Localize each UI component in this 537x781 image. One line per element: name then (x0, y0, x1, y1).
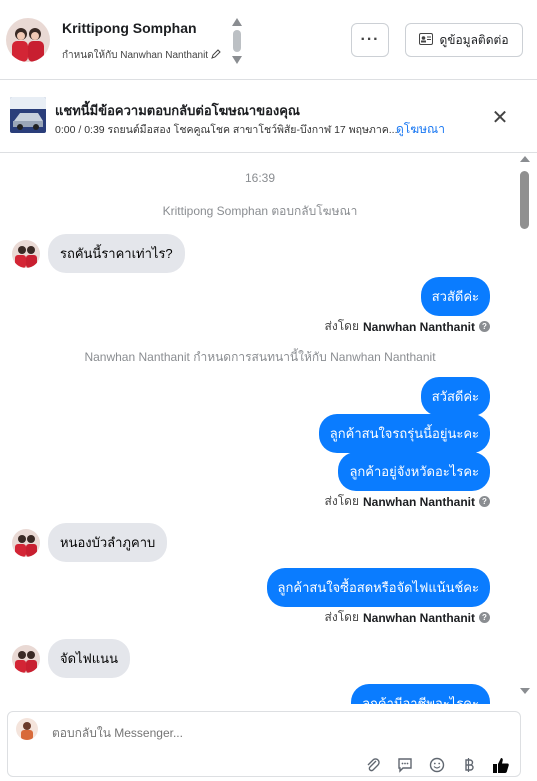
sent-by-name: Nanwhan Nanthanit (362, 610, 475, 625)
outgoing-message-bubble-partial[interactable]: ลูกค้ามีอาชีพอะไรคะ (351, 684, 490, 704)
info-icon[interactable]: ? (479, 612, 490, 623)
close-icon[interactable]: ✕ (488, 105, 512, 129)
info-icon[interactable]: ? (479, 496, 490, 507)
thumbs-up-icon[interactable] (492, 756, 510, 774)
scroll-up-icon[interactable] (520, 156, 530, 162)
contact-avatar-small[interactable] (12, 644, 40, 673)
emoji-icon[interactable] (428, 756, 446, 774)
incoming-message-row: หนองบัวลำภูคาบ (12, 523, 168, 562)
more-options-button[interactable]: ··· (351, 23, 389, 57)
view-contact-button[interactable]: ดูข้อมูลติดต่อ (405, 23, 523, 57)
reply-input[interactable] (52, 726, 352, 740)
sent-by-label: ส่งโดย Nanwhan Nanthanit ? (325, 317, 490, 336)
contact-card-icon (419, 32, 434, 48)
outgoing-message-bubble[interactable]: สวัสดีค่ะ (420, 377, 490, 416)
sent-by-name: Nanwhan Nanthanit (362, 494, 475, 509)
paperclip-icon[interactable] (364, 756, 382, 774)
view-contact-label: ดูข้อมูลติดต่อ (439, 32, 509, 47)
sent-by-name: Nanwhan Nanthanit (362, 319, 475, 334)
outgoing-message-bubble[interactable]: ลูกค้าสนใจรถรุ่นนี้อยู่นะคะ (318, 414, 490, 453)
ad-thumbnail[interactable] (10, 97, 46, 133)
outgoing-message-bubble[interactable]: สวสัดีค่ะ (420, 277, 490, 316)
contact-avatar-small[interactable] (12, 239, 40, 268)
thread-scrollbar[interactable] (517, 154, 532, 704)
composer-toolbar (364, 756, 510, 774)
ad-reply-banner: แชทนี้มีข้อความตอบกลับต่อโฆษณาของคุณ 0:0… (0, 81, 537, 153)
sent-by-prefix: ส่งโดย (324, 610, 359, 624)
info-icon[interactable]: ? (479, 321, 490, 332)
outgoing-message-bubble[interactable]: ลูกค้าอยู่จังหวัดอะไรคะ (338, 452, 490, 491)
reply-composer (7, 711, 521, 777)
sorter-handle (233, 30, 241, 52)
contact-name[interactable]: Krittipong Somphan (62, 20, 197, 36)
incoming-message-bubble[interactable]: จัดไฟแนน (48, 639, 130, 678)
scroll-down-icon[interactable] (520, 688, 530, 694)
contact-avatar-small[interactable] (12, 528, 40, 557)
assigned-text: กำหนดให้กับ Nanwhan Nanthanit (62, 50, 209, 61)
incoming-message-row: รถคันนี้ราคาเท่าไร? (12, 234, 185, 273)
assigned-to[interactable]: กำหนดให้กับ Nanwhan Nanthanit (62, 48, 221, 63)
ad-banner-title: แชทนี้มีข้อความตอบกลับต่อโฆษณาของคุณ (55, 103, 300, 118)
system-message-assign: Nanwhan Nanthanit กำหนดการสนทนานี้ให้กับ… (84, 350, 436, 364)
view-ad-link[interactable]: ดูโฆษณา (396, 120, 445, 139)
incoming-message-bubble[interactable]: หนองบัวลำภูคาบ (48, 523, 168, 562)
conversation-header: Krittipong Somphan กำหนดให้กับ Nanwhan N… (0, 0, 537, 80)
sort-arrows-icon[interactable] (231, 18, 243, 64)
ad-banner-meta: 0:00 / 0:39 รถยนต์มือสอง โชคคูณโชค สาขาโ… (55, 124, 398, 136)
system-message-ad-reply: Krittipong Somphan ตอบกลับโฆษณา (162, 204, 358, 218)
sent-by-prefix: ส่งโดย (324, 319, 359, 333)
incoming-message-row: จัดไฟแนน (12, 639, 130, 678)
message-thread: 16:39 Krittipong Somphan ตอบกลับโฆษณา รถ… (0, 154, 537, 704)
scroll-thumb[interactable] (520, 171, 529, 229)
message-timestamp: 16:39 (244, 171, 276, 185)
incoming-message-bubble[interactable]: รถคันนี้ราคาเท่าไร? (48, 234, 185, 273)
sent-by-prefix: ส่งโดย (324, 494, 359, 508)
contact-avatar[interactable] (6, 18, 50, 62)
saved-reply-icon[interactable] (396, 756, 414, 774)
pencil-icon[interactable] (211, 49, 221, 62)
page-avatar (16, 718, 38, 740)
sent-by-label: ส่งโดย Nanwhan Nanthanit ? (325, 492, 490, 511)
sent-by-label: ส่งโดย Nanwhan Nanthanit ? (325, 608, 490, 627)
outgoing-message-bubble[interactable]: ลูกค้าสนใจซื้อสดหรือจัดไฟแน้นช์คะ (266, 568, 490, 607)
baht-payment-icon[interactable] (460, 756, 478, 774)
